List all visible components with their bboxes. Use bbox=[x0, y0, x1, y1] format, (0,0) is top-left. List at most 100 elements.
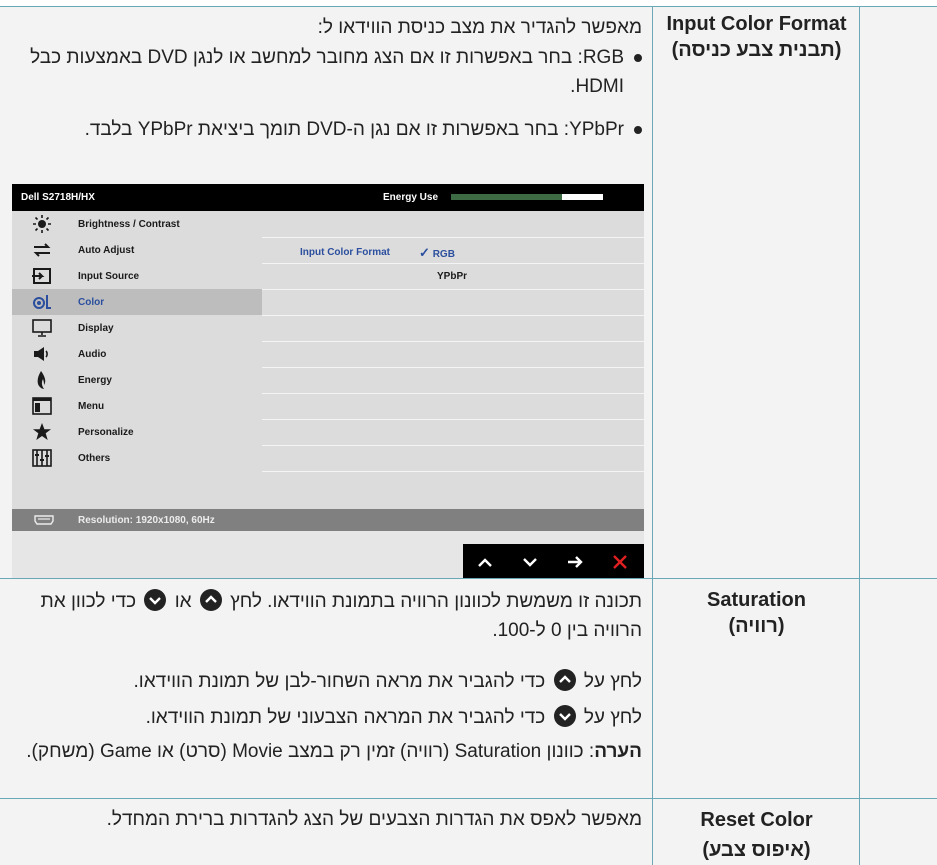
osd-item-label: Menu bbox=[78, 401, 105, 412]
osd-item-brightness-contrast[interactable]: Brightness / Contrast bbox=[12, 211, 262, 237]
blank-cell bbox=[859, 579, 937, 798]
saturation-text-2: לחץ על כדי להגביר את מראה השחור-לבן של ת… bbox=[10, 667, 642, 696]
text-span: כדי להגביר את המראה הצבעוני של תמונת הוו… bbox=[145, 707, 546, 728]
menu-icon bbox=[32, 397, 52, 415]
osd-item-display[interactable]: Display bbox=[12, 315, 262, 341]
divider bbox=[262, 393, 644, 394]
setting-name-en: Reset Color bbox=[700, 809, 813, 831]
label-cell: Saturation (רוויה) bbox=[652, 579, 859, 798]
others-icon bbox=[32, 449, 52, 467]
nav-up-button[interactable] bbox=[463, 544, 508, 579]
osd-menu-list: Brightness / Contrast Auto Adjust Input … bbox=[12, 211, 262, 509]
intro-text: מאפשר להגדיר את מצב כניסת הווידאו ל: bbox=[317, 17, 642, 38]
down-button-icon bbox=[144, 589, 167, 611]
brightness-icon bbox=[33, 215, 51, 233]
osd-item-others[interactable]: Others bbox=[12, 445, 262, 471]
osd-item-label: Brightness / Contrast bbox=[78, 219, 180, 230]
osd-nav-bar bbox=[463, 544, 644, 579]
check-icon: ✓ bbox=[419, 245, 430, 260]
down-button-icon bbox=[553, 705, 576, 727]
osd-item-energy[interactable]: Energy bbox=[12, 367, 262, 393]
bullet-dot bbox=[634, 54, 642, 62]
osd-item-audio[interactable]: Audio bbox=[12, 341, 262, 367]
osd-item-personalize[interactable]: Personalize bbox=[12, 419, 262, 445]
description-cell: תכונה זו משמשת לכוונון הרוויה בתמונת הוו… bbox=[0, 579, 652, 798]
hdmi-icon bbox=[34, 515, 54, 525]
row-reset-color: מאפשר לאפס את הגדרות הצבעים של הצג להגדר… bbox=[0, 798, 937, 865]
color-icon bbox=[33, 295, 51, 309]
settings-table: מאפשר להגדיר את מצב כניסת הווידאו ל: RGB… bbox=[0, 0, 937, 865]
saturation-text-1: תכונה זו משמשת לכוונון הרוויה בתמונת הוו… bbox=[10, 587, 642, 645]
description-cell: מאפשר להגדיר את מצב כניסת הווידאו ל: RGB… bbox=[0, 7, 652, 579]
bullet-text: : בחר באפשרות זו אם נגן ה-DVD תומך ביציא… bbox=[84, 119, 570, 140]
bullet-ypbpr: YPbPr: בחר באפשרות זו אם נגן ה-DVD תומך … bbox=[10, 115, 642, 144]
energy-use-label: Energy Use bbox=[383, 192, 439, 203]
setting-name: Reset Color (איפוס צבע) bbox=[653, 805, 860, 865]
osd-item-label: Display bbox=[78, 323, 114, 334]
saturation-text-3: לחץ על כדי להגביר את המראה הצבעוני של תמ… bbox=[10, 703, 642, 732]
saturation-note: הערה: כוונון Saturation (רוויה) זמין רק … bbox=[10, 737, 642, 766]
bullet-key: RGB bbox=[582, 47, 624, 68]
note-label: הערה bbox=[594, 741, 642, 762]
setting-name-en: Input Color Format bbox=[666, 13, 847, 35]
description-cell: מאפשר לאפס את הגדרות הצבעים של הצג להגדר… bbox=[0, 799, 652, 865]
resolution-text: Resolution: 1920x1080, 60Hz bbox=[78, 515, 215, 526]
osd-item-label: Others bbox=[78, 453, 111, 464]
audio-icon bbox=[34, 347, 48, 361]
note-text: : כוונון Saturation (רוויה) זמין רק במצב… bbox=[26, 741, 595, 762]
osd-item-label: Input Source bbox=[78, 271, 140, 282]
osd-status-bar: Resolution: 1920x1080, 60Hz bbox=[12, 509, 644, 531]
divider bbox=[262, 341, 644, 342]
energy-icon bbox=[37, 371, 46, 389]
row-input-color-format: מאפשר להגדיר את מצב כניסת הווידאו ל: RGB… bbox=[0, 6, 937, 579]
option-ypbpr[interactable]: YPbPr bbox=[437, 271, 467, 282]
text-span: תכונה זו משמשת לכוונון הרוויה בתמונת הוו… bbox=[230, 591, 642, 612]
osd-item-label: Audio bbox=[78, 349, 107, 360]
nav-right-button[interactable] bbox=[553, 544, 598, 579]
bullet-text: : בחר באפשרות זו אם הצג מחובר למחשב או ל… bbox=[30, 47, 624, 97]
osd-item-auto-adjust[interactable]: Auto Adjust bbox=[12, 237, 262, 263]
label-cell: Reset Color (איפוס צבע) bbox=[652, 799, 859, 865]
up-arrow-icon bbox=[478, 558, 492, 567]
osd-item-menu[interactable]: Menu bbox=[12, 393, 262, 419]
setting-name: Saturation (רוויה) bbox=[653, 587, 860, 639]
setting-name: Input Color Format (תבנית צבע כניסה) bbox=[653, 11, 860, 63]
text-span: כדי להגביר את מראה השחור-לבן של תמונת הו… bbox=[133, 671, 546, 692]
text-span: או bbox=[174, 591, 192, 612]
bullet-rgb: RGB: בחר באפשרות זו אם הצג מחובר למחשב א… bbox=[10, 43, 642, 101]
bullet-dot bbox=[634, 126, 642, 134]
option-rgb[interactable]: ✓ RGB bbox=[419, 245, 455, 261]
osd-header: Dell S2718H/HX Energy Use bbox=[12, 184, 644, 211]
monitor-model: Dell S2718H/HX bbox=[21, 192, 95, 203]
osd-item-label: Auto Adjust bbox=[78, 245, 135, 256]
close-icon bbox=[613, 555, 627, 569]
up-button-icon bbox=[199, 589, 222, 611]
nav-down-button[interactable] bbox=[508, 544, 553, 579]
input-source-icon bbox=[32, 268, 51, 284]
up-button-icon bbox=[553, 669, 576, 691]
divider bbox=[262, 289, 644, 290]
option-label: Input Color Format bbox=[300, 247, 390, 258]
text-span: לחץ על bbox=[583, 707, 642, 728]
energy-use-indicator bbox=[562, 194, 603, 200]
label-cell: Input Color Format (תבנית צבע כניסה) bbox=[652, 7, 859, 578]
star-icon bbox=[33, 423, 51, 440]
setting-name-he: (רוויה) bbox=[728, 615, 785, 637]
nav-close-button[interactable] bbox=[598, 544, 643, 579]
reset-color-text: מאפשר לאפס את הגדרות הצבעים של הצג להגדר… bbox=[106, 809, 642, 830]
auto-adjust-icon bbox=[33, 243, 51, 257]
osd-item-label: Personalize bbox=[78, 427, 134, 438]
osd-item-input-source[interactable]: Input Source bbox=[12, 263, 262, 289]
osd-item-color[interactable]: Color bbox=[12, 289, 262, 315]
setting-name-en: Saturation bbox=[707, 589, 806, 611]
energy-use-meter bbox=[451, 194, 636, 200]
display-icon bbox=[32, 319, 52, 337]
setting-name-he: (תבנית צבע כניסה) bbox=[671, 39, 842, 61]
divider bbox=[262, 315, 644, 316]
osd-submenu-panel: Input Color Format ✓ RGB YPbPr bbox=[262, 211, 644, 509]
osd-menu-screenshot: Dell S2718H/HX Energy Use Brightness / C… bbox=[12, 184, 644, 579]
divider bbox=[262, 419, 644, 420]
down-arrow-icon bbox=[523, 558, 537, 567]
osd-item-label: Color bbox=[78, 297, 105, 308]
osd-item-label: Energy bbox=[78, 375, 112, 386]
